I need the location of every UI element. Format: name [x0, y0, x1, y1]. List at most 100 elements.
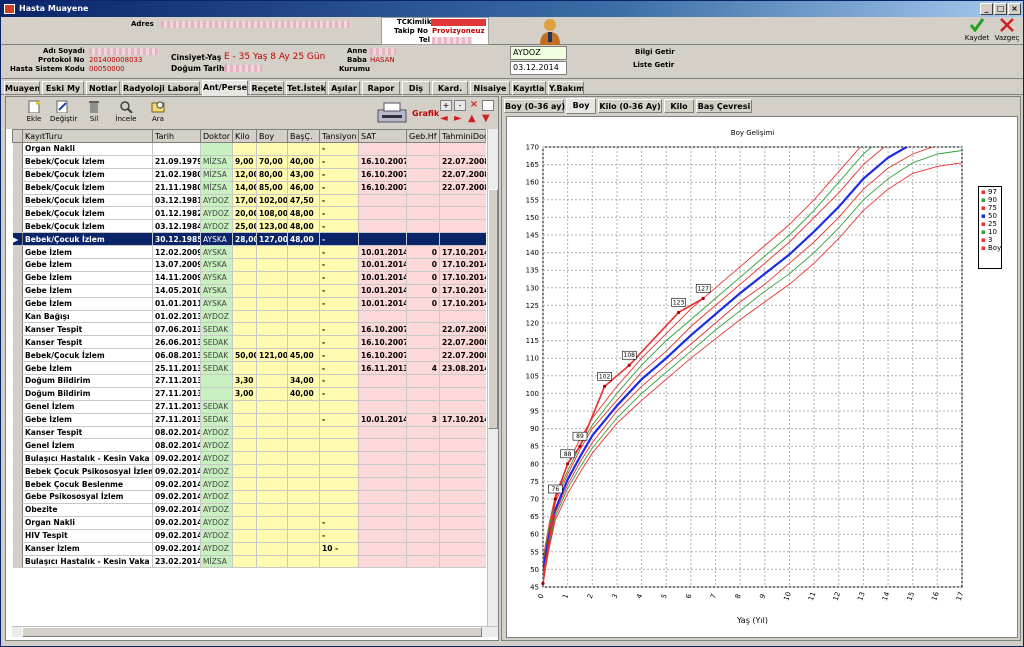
- table-cell[interactable]: [232, 258, 257, 272]
- table-cell[interactable]: [256, 516, 288, 530]
- table-cell[interactable]: 46,00: [287, 181, 320, 195]
- table-cell[interactable]: 48,00: [287, 232, 320, 247]
- table-cell[interactable]: Gebe İzlem: [22, 271, 153, 285]
- table-cell[interactable]: MİZSA: [200, 555, 233, 569]
- table-cell[interactable]: [256, 271, 288, 285]
- table-cell[interactable]: [406, 438, 440, 453]
- row-selector[interactable]: [12, 322, 23, 337]
- table-cell[interactable]: [256, 426, 288, 440]
- table-cell[interactable]: [200, 387, 233, 401]
- table-cell[interactable]: Bebek/Çocuk İzlem: [22, 194, 153, 208]
- table-cell[interactable]: Kanser Tespit: [22, 322, 153, 337]
- table-cell[interactable]: [256, 490, 288, 504]
- table-cell[interactable]: -: [319, 374, 359, 388]
- maximize-button[interactable]: □: [994, 3, 1007, 15]
- table-row[interactable]: Gebe İzlem 14.05.2010 AYSKA -10.01.2014 0 17.…: [12, 284, 486, 298]
- table-row[interactable]: Gebe İzlem 14.11.2009 AYSKA -10.01.2014 0 17.…: [12, 271, 486, 285]
- table-cell[interactable]: [287, 542, 320, 556]
- table-cell[interactable]: [358, 400, 407, 414]
- table-cell[interactable]: 0: [406, 258, 440, 272]
- table-cell[interactable]: [287, 284, 320, 298]
- table-cell[interactable]: 03.12.1984: [152, 219, 201, 234]
- table-cell[interactable]: 17.10.2014: [439, 258, 486, 272]
- table-cell[interactable]: AYDOZ: [200, 426, 233, 440]
- table-cell[interactable]: [256, 361, 288, 376]
- table-cell[interactable]: 10.01.2014: [358, 271, 407, 285]
- table-cell[interactable]: AYSKA: [200, 271, 233, 285]
- table-cell[interactable]: [406, 155, 440, 169]
- table-cell[interactable]: [406, 232, 440, 247]
- table-row[interactable]: Kanser Tespit 26.06.2013 SEDAK -16.10.2007 2…: [12, 335, 486, 350]
- table-cell[interactable]: 09.02.2014: [152, 477, 201, 492]
- table-cell[interactable]: 30.12.1985: [152, 232, 201, 247]
- table-cell[interactable]: 43,00: [287, 168, 320, 182]
- table-cell[interactable]: AYDOZ: [200, 542, 233, 556]
- table-cell[interactable]: 13.07.2009: [152, 258, 201, 272]
- table-cell[interactable]: [287, 451, 320, 466]
- table-cell[interactable]: [439, 219, 486, 234]
- column-header-5[interactable]: BaşÇ.: [287, 129, 320, 143]
- chart-tab-4[interactable]: Baş Çevresi: [696, 99, 752, 113]
- table-cell[interactable]: Bebek/Çocuk İzlem: [22, 155, 153, 169]
- table-cell[interactable]: 16.10.2007: [358, 322, 407, 337]
- table-cell[interactable]: [358, 194, 407, 208]
- table-cell[interactable]: 28,00: [232, 232, 257, 247]
- table-cell[interactable]: AYDOZ: [200, 503, 233, 517]
- table-cell[interactable]: [406, 426, 440, 440]
- table-cell[interactable]: SEDAK: [200, 335, 233, 350]
- table-cell[interactable]: [319, 490, 359, 504]
- table-row[interactable]: Kanser Tespit 08.02.2014 AYDOZ: [12, 426, 486, 440]
- table-row[interactable]: Kanser Tespit 07.06.2013 SEDAK -16.10.2007 2…: [12, 322, 486, 337]
- arrow-left-icon[interactable]: ◄: [440, 114, 452, 125]
- table-cell[interactable]: -: [319, 219, 359, 234]
- table-cell[interactable]: [287, 297, 320, 311]
- table-cell[interactable]: [256, 464, 288, 479]
- table-cell[interactable]: 16.11.2013: [358, 361, 407, 376]
- table-cell[interactable]: 22.07.2008: [439, 335, 486, 350]
- table-cell[interactable]: Gebe İzlem: [22, 245, 153, 260]
- table-cell[interactable]: 06.08.2013: [152, 348, 201, 363]
- table-cell[interactable]: Bebek Çocuk Beslenme: [22, 477, 153, 492]
- table-row[interactable]: Bebek/Çocuk İzlem 21.02.1980 MİZSA 12,00 80,…: [12, 168, 486, 182]
- table-cell[interactable]: [439, 310, 486, 324]
- table-cell[interactable]: [256, 477, 288, 492]
- row-selector[interactable]: [12, 542, 23, 556]
- table-cell[interactable]: -: [319, 142, 359, 156]
- table-cell[interactable]: 123,00: [256, 219, 288, 234]
- table-cell[interactable]: 3,30: [232, 374, 257, 388]
- table-cell[interactable]: 09.02.2014: [152, 516, 201, 530]
- table-cell[interactable]: [439, 206, 486, 221]
- table-cell[interactable]: [256, 400, 288, 414]
- table-cell[interactable]: 85,00: [256, 181, 288, 195]
- table-cell[interactable]: MİZSA: [200, 181, 233, 195]
- table-cell[interactable]: Organ Nakli: [22, 516, 153, 530]
- table-cell[interactable]: [256, 322, 288, 337]
- table-cell[interactable]: [439, 387, 486, 401]
- table-cell[interactable]: 3,00: [232, 387, 257, 401]
- table-cell[interactable]: [358, 503, 407, 517]
- table-cell[interactable]: [287, 490, 320, 504]
- column-header-2[interactable]: Doktor: [200, 129, 233, 143]
- table-cell[interactable]: [287, 555, 320, 569]
- table-cell[interactable]: [287, 426, 320, 440]
- row-selector[interactable]: [12, 490, 23, 504]
- table-cell[interactable]: 09.02.2014: [152, 490, 201, 504]
- table-cell[interactable]: Bebek Çocuk Psikososyal İzlem: [22, 464, 153, 479]
- column-header-3[interactable]: Kilo: [232, 129, 257, 143]
- hscroll-thumb[interactable]: [22, 627, 482, 637]
- row-selector[interactable]: [12, 168, 23, 182]
- table-row[interactable]: Kanser İzlem 09.02.2014 AYDOZ 10 -: [12, 542, 486, 556]
- row-selector[interactable]: [12, 555, 23, 569]
- table-cell[interactable]: [232, 464, 257, 479]
- table-row[interactable]: Gebe İzlem 01.01.2011 AYSKA -10.01.2014 0 17.…: [12, 297, 486, 311]
- table-cell[interactable]: [256, 387, 288, 401]
- row-selector[interactable]: [12, 400, 23, 414]
- table-cell[interactable]: 09.02.2014: [152, 529, 201, 543]
- table-cell[interactable]: [256, 245, 288, 260]
- table-cell[interactable]: [287, 258, 320, 272]
- scroll-thumb[interactable]: [488, 189, 498, 429]
- table-cell[interactable]: [358, 310, 407, 324]
- table-cell[interactable]: -: [319, 297, 359, 311]
- table-cell[interactable]: [406, 219, 440, 234]
- chart-tab-3[interactable]: Kilo: [664, 99, 694, 113]
